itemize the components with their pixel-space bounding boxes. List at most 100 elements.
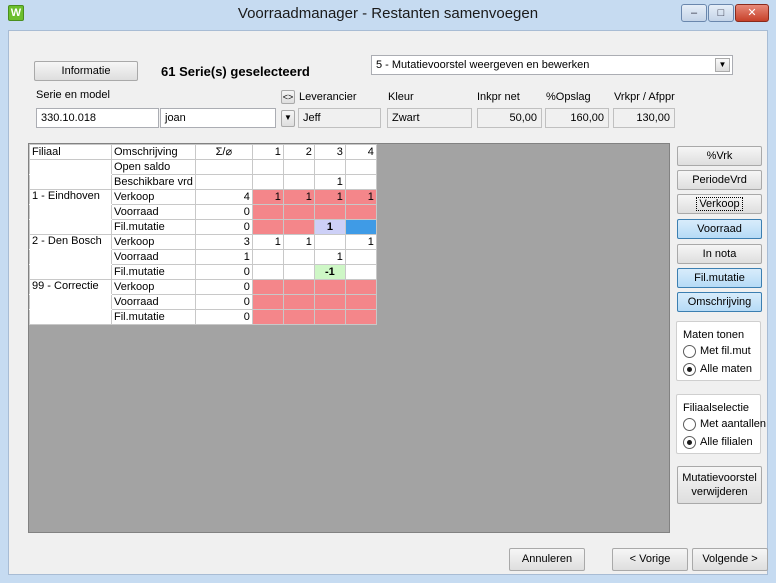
sum-cell: 0 <box>194 309 253 325</box>
size-cell[interactable] <box>282 174 315 190</box>
filiaal-option-1-radio[interactable] <box>683 436 696 449</box>
size-cell[interactable] <box>282 159 315 175</box>
close-button[interactable]: ✕ <box>735 4 769 22</box>
chevron-down-icon[interactable]: ▼ <box>715 58 730 72</box>
size-cell[interactable]: 1 <box>313 219 346 235</box>
filiaal-cell: 99 - Correctie <box>29 279 112 295</box>
size-cell[interactable]: 1 <box>313 174 346 190</box>
window-title: Voorraadmanager - Restanten samenvoegen <box>237 5 539 22</box>
size-cell[interactable] <box>344 309 377 325</box>
size-cell[interactable] <box>282 249 315 265</box>
toggle-periodevrd-button[interactable]: PeriodeVrd <box>677 170 762 190</box>
toggle-label: PeriodeVrd <box>692 174 747 186</box>
size-cell[interactable] <box>251 294 284 310</box>
grid-header-5: 3 <box>313 144 346 160</box>
inkpr-label: Inkpr net <box>477 91 520 103</box>
stock-grid: Filiaal Omschrijving Σ/⌀ 1 2 3 4 Open saldo Bes… <box>28 143 670 533</box>
size-cell[interactable] <box>313 159 346 175</box>
filiaal-title: Filiaalselectie <box>683 402 750 414</box>
grid-table: Filiaal Omschrijving Σ/⌀ 1 2 3 4 Open saldo Bes… <box>29 144 377 325</box>
size-cell[interactable] <box>313 309 346 325</box>
size-cell[interactable] <box>344 204 377 220</box>
sum-cell: 0 <box>194 279 253 295</box>
size-cell[interactable]: 1 <box>251 189 284 205</box>
size-cell[interactable]: 1 <box>344 234 377 250</box>
toggle-verkoop-button[interactable]: Verkoop <box>677 194 762 214</box>
filiaal-cell <box>29 159 112 175</box>
description-cell: Open saldo <box>111 159 196 175</box>
filiaal-option-1-label[interactable]: Alle filialen <box>700 436 753 448</box>
description-cell: Beschikbare vrd <box>111 174 196 190</box>
size-cell[interactable] <box>251 249 284 265</box>
filiaal-cell: 2 - Den Bosch <box>29 234 112 250</box>
grid-row: Beschikbare vrd 1 <box>29 174 377 190</box>
size-cell[interactable] <box>313 279 346 295</box>
remove-mutation-button[interactable]: Mutatievoorstel verwijderen <box>677 466 762 504</box>
filiaal-cell <box>29 309 112 325</box>
description-cell: Verkoop <box>111 234 196 250</box>
toggle-omschrijving-button[interactable]: Omschrijving <box>677 292 762 312</box>
size-cell[interactable] <box>251 309 284 325</box>
sum-cell: 0 <box>194 264 253 280</box>
size-cell[interactable] <box>344 249 377 265</box>
size-cell[interactable] <box>282 264 315 280</box>
maten-option-1-label[interactable]: Alle maten <box>700 363 752 375</box>
size-cell[interactable] <box>251 174 284 190</box>
size-cell[interactable]: 1 <box>282 189 315 205</box>
sum-cell: 4 <box>194 189 253 205</box>
serie-field[interactable]: 330.10.018 <box>36 108 159 128</box>
size-cell[interactable] <box>251 264 284 280</box>
size-cell[interactable] <box>251 279 284 295</box>
mode-dropdown[interactable]: 5 - Mutatievoorstel weergeven en bewerke… <box>371 55 733 75</box>
size-cell[interactable]: 1 <box>251 234 284 250</box>
size-cell[interactable] <box>344 159 377 175</box>
filiaal-option-0-radio[interactable] <box>683 418 696 431</box>
toggle-filmutatie-button[interactable]: Fil.mutatie <box>677 268 762 288</box>
serie-label: Serie en model <box>36 89 110 101</box>
filiaal-cell: 1 - Eindhoven <box>29 189 112 205</box>
maten-option-1-radio[interactable] <box>683 363 696 376</box>
dialog-body: Informatie 61 Serie(s) geselecteerd 5 - … <box>8 30 768 575</box>
leverancier-dropdown-icon[interactable]: ▼ <box>281 110 295 127</box>
filiaal-option-0-label[interactable]: Met aantallen <box>700 418 766 430</box>
size-cell[interactable] <box>282 279 315 295</box>
maten-option-0-label[interactable]: Met fil.mut <box>700 345 751 357</box>
minimize-button[interactable]: – <box>681 4 707 22</box>
size-cell[interactable] <box>344 264 377 280</box>
size-cell[interactable] <box>282 309 315 325</box>
model-field[interactable]: joan <box>160 108 276 128</box>
size-cell[interactable] <box>282 204 315 220</box>
size-cell[interactable] <box>313 204 346 220</box>
size-cell[interactable] <box>344 294 377 310</box>
size-cell[interactable]: 1 <box>344 189 377 205</box>
size-cell[interactable] <box>282 294 315 310</box>
next-button[interactable]: Volgende > <box>692 548 768 571</box>
swap-button[interactable]: <> <box>281 90 295 104</box>
toggle-voorraad-button[interactable]: Voorraad <box>677 219 762 239</box>
maximize-button[interactable]: □ <box>708 4 734 22</box>
kleur-label: Kleur <box>388 91 414 103</box>
description-cell: Verkoop <box>111 189 196 205</box>
size-cell[interactable] <box>313 294 346 310</box>
size-cell[interactable] <box>344 219 377 235</box>
size-cell[interactable] <box>251 204 284 220</box>
size-cell[interactable] <box>282 219 315 235</box>
size-cell[interactable] <box>251 219 284 235</box>
toggle-vrk-button[interactable]: %Vrk <box>677 146 762 166</box>
size-cell[interactable]: 1 <box>313 189 346 205</box>
size-cell[interactable] <box>251 159 284 175</box>
grid-row: Fil.mutatie 0 1 <box>29 219 377 235</box>
size-cell[interactable] <box>344 279 377 295</box>
maten-option-0-radio[interactable] <box>683 345 696 358</box>
toggle-label: %Vrk <box>706 150 733 162</box>
toggle-innota-button[interactable]: In nota <box>677 244 762 264</box>
cancel-button[interactable]: Annuleren <box>509 548 585 571</box>
size-cell[interactable] <box>344 174 377 190</box>
size-cell[interactable] <box>313 234 346 250</box>
info-button[interactable]: Informatie <box>34 61 138 81</box>
size-cell[interactable]: 1 <box>313 249 346 265</box>
previous-button[interactable]: < Vorige <box>612 548 688 571</box>
size-cell[interactable]: 1 <box>282 234 315 250</box>
size-cell[interactable]: -1 <box>313 264 346 280</box>
grid-row: Fil.mutatie 0 -1 <box>29 264 377 280</box>
